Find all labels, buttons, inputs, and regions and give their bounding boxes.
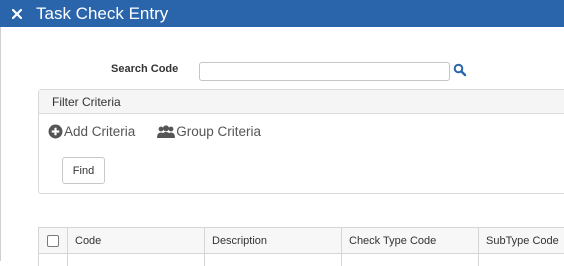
results-grid: Code Description Check Type Code SubType… [38, 227, 564, 266]
column-header-check-type-code[interactable]: Check Type Code [342, 228, 479, 253]
row-description-cell [205, 254, 342, 266]
add-criteria-label: Add Criteria [64, 124, 136, 139]
filter-criteria-panel: Filter Criteria Add Criteria Group Crite… [38, 89, 564, 194]
row-check-type-cell [342, 254, 479, 266]
group-criteria-label: Group Criteria [176, 124, 262, 139]
close-icon [12, 8, 22, 19]
column-header-code[interactable]: Code [68, 228, 205, 253]
table-row [39, 254, 564, 266]
filter-actions: Add Criteria Group Criteria [48, 124, 261, 139]
row-code-cell [68, 254, 205, 266]
column-header-description[interactable]: Description [205, 228, 342, 253]
plus-circle-icon [48, 124, 63, 139]
filter-criteria-header: Filter Criteria [39, 90, 564, 114]
search-icon [453, 63, 467, 77]
row-subtype-cell [479, 254, 564, 266]
select-all-cell [39, 228, 68, 253]
close-button[interactable] [6, 0, 28, 27]
window-title: Task Check Entry [36, 3, 169, 23]
find-button[interactable]: Find [62, 157, 105, 184]
search-code-input[interactable] [199, 62, 450, 81]
search-code-label: Search Code [111, 63, 179, 75]
search-button[interactable] [453, 63, 467, 77]
column-header-subtype-code[interactable]: SubType Code [479, 228, 564, 253]
left-border [0, 27, 1, 261]
row-select-cell [39, 254, 68, 266]
grid-header: Code Description Check Type Code SubType… [39, 228, 564, 254]
group-criteria-button[interactable]: Group Criteria [157, 124, 261, 139]
users-icon [157, 124, 176, 138]
select-all-checkbox[interactable] [47, 234, 59, 247]
add-criteria-button[interactable]: Add Criteria [48, 124, 135, 139]
title-bar: Task Check Entry [0, 0, 564, 27]
